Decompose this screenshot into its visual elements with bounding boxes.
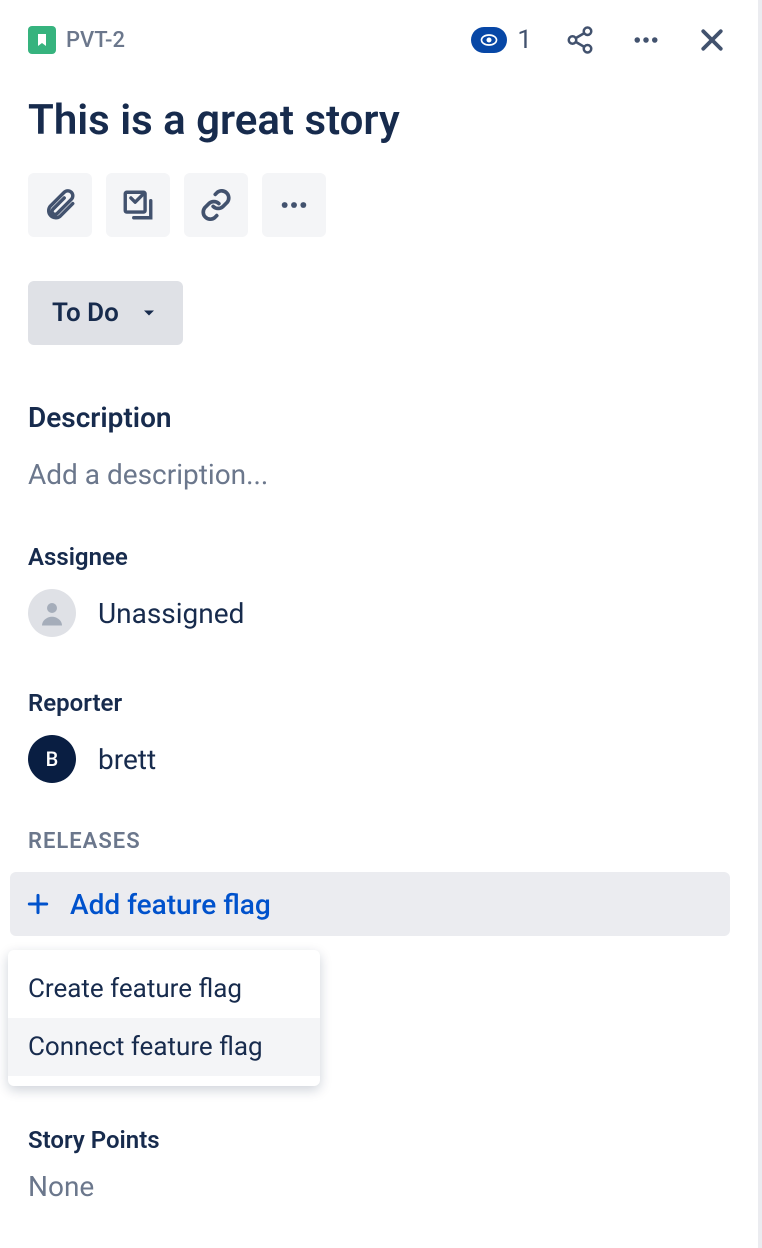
story-points-value[interactable]: None xyxy=(28,1170,730,1203)
description-heading: Description xyxy=(28,401,730,434)
share-button[interactable] xyxy=(562,22,598,58)
reporter-field[interactable]: B brett xyxy=(28,735,730,783)
issue-title[interactable]: This is a great story xyxy=(28,96,730,145)
plus-icon xyxy=(20,886,56,922)
more-actions-button[interactable] xyxy=(628,22,664,58)
action-toolbar xyxy=(28,173,730,237)
add-feature-flag-button[interactable]: Add feature flag xyxy=(10,872,730,936)
status-label: To Do xyxy=(52,298,119,328)
eye-icon xyxy=(471,27,507,53)
description-field[interactable]: Add a description... xyxy=(28,458,730,491)
story-type-icon xyxy=(28,26,56,54)
reporter-value: brett xyxy=(98,743,156,776)
reporter-avatar: B xyxy=(28,735,76,783)
add-feature-flag-label: Add feature flag xyxy=(70,888,271,921)
attach-button[interactable] xyxy=(28,173,92,237)
menu-item-create-feature-flag[interactable]: Create feature flag xyxy=(8,960,320,1018)
close-button[interactable] xyxy=(694,22,730,58)
more-toolbar-button[interactable] xyxy=(262,173,326,237)
link-button[interactable] xyxy=(184,173,248,237)
watchers-button[interactable]: 1 xyxy=(471,25,532,55)
breadcrumb[interactable]: PVT-2 xyxy=(28,26,125,54)
reporter-label: Reporter xyxy=(28,689,730,717)
status-dropdown[interactable]: To Do xyxy=(28,281,183,345)
header-actions: 1 xyxy=(471,22,730,58)
menu-item-connect-feature-flag[interactable]: Connect feature flag xyxy=(8,1018,320,1076)
assignee-value: Unassigned xyxy=(98,597,244,630)
assignee-field[interactable]: Unassigned xyxy=(28,589,730,637)
watch-count: 1 xyxy=(517,25,532,55)
unassigned-avatar-icon xyxy=(28,589,76,637)
feature-flag-dropdown: Create feature flag Connect feature flag xyxy=(8,950,320,1086)
releases-heading: RELEASES xyxy=(28,829,730,854)
chevron-down-icon xyxy=(139,303,159,323)
story-points-label: Story Points xyxy=(28,1126,730,1154)
add-subtask-button[interactable] xyxy=(106,173,170,237)
header-row: PVT-2 1 xyxy=(28,20,730,60)
assignee-label: Assignee xyxy=(28,543,730,571)
issue-key[interactable]: PVT-2 xyxy=(66,28,125,53)
